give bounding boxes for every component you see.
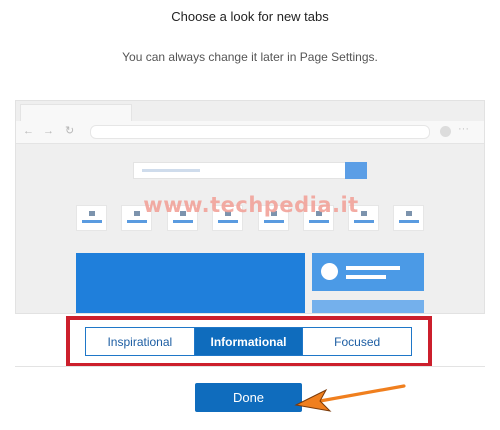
annotation-arrow-icon — [294, 384, 406, 412]
refresh-icon: ↻ — [65, 125, 75, 137]
dialog-subtitle: You can always change it later in Page S… — [122, 50, 378, 64]
preview-feed-card — [312, 300, 424, 313]
divider — [15, 366, 485, 367]
info-card-line — [346, 266, 400, 270]
option-inspirational[interactable]: Inspirational — [86, 328, 194, 355]
option-informational[interactable]: Informational — [193, 328, 303, 355]
watermark: www.techpedia.it — [143, 193, 359, 217]
preview-info-card — [312, 253, 424, 291]
profile-icon — [440, 126, 451, 137]
forward-arrow-icon: → — [43, 125, 54, 137]
preview-search-button — [345, 162, 367, 179]
preview-toolbar: ← → ↻ ··· — [16, 121, 484, 144]
info-card-avatar — [321, 263, 338, 280]
preview-address-bar — [90, 125, 430, 139]
layout-option-selector: Inspirational Informational Focused — [85, 327, 412, 356]
preview-browser-tab — [20, 104, 132, 122]
option-focused[interactable]: Focused — [302, 328, 411, 355]
preview-search-placeholder-line — [142, 169, 200, 172]
info-card-line — [346, 275, 386, 279]
dialog-title: Choose a look for new tabs — [171, 9, 329, 24]
preview-hero-image — [76, 253, 305, 313]
new-tab-preview: ← → ↻ ··· www.techpedia.it — [15, 100, 485, 314]
more-menu-icon: ··· — [458, 123, 469, 135]
preview-search-box — [133, 162, 347, 179]
back-arrow-icon: ← — [23, 125, 34, 137]
